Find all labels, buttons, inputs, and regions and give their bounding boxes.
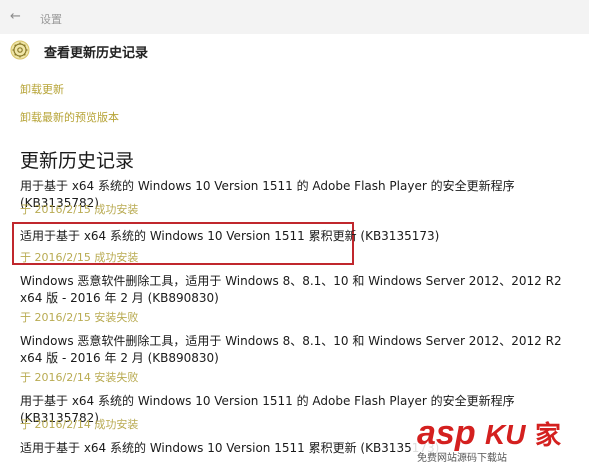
svg-text:免费网站源码下载站: 免费网站源码下载站: [417, 451, 507, 464]
svg-text:KU: KU: [485, 419, 526, 450]
update-entry-status[interactable]: 于 2016/2/15 成功安装: [20, 201, 138, 217]
uninstall-preview-link[interactable]: 卸载最新的预览版本: [20, 109, 119, 125]
page-header: 查看更新历史记录: [0, 34, 589, 70]
update-entry-title: Windows 恶意软件删除工具，适用于 Windows 8、8.1、10 和 …: [20, 334, 562, 365]
update-entry-status[interactable]: 于 2016/2/15 成功安装: [20, 249, 138, 265]
svg-text:asp: asp: [417, 414, 476, 452]
update-entry-status[interactable]: 于 2016/2/14 安装失败: [20, 369, 138, 385]
window-title: 设置: [40, 13, 62, 26]
watermark-logo: asp KU 家 免费网站源码下载站: [411, 408, 589, 465]
gear-icon: [10, 40, 30, 60]
update-entry-title: 适用于基于 x64 系统的 Windows 10 Version 1511 累积…: [20, 229, 440, 243]
uninstall-updates-link[interactable]: 卸载更新: [20, 81, 64, 97]
update-entry-title: Windows 恶意软件删除工具，适用于 Windows 8、8.1、10 和 …: [20, 274, 562, 305]
update-entry-status[interactable]: 于 2016/2/15 安装失败: [20, 309, 138, 325]
svg-text:家: 家: [535, 420, 561, 450]
page-title: 查看更新历史记录: [44, 46, 149, 61]
update-entry-status[interactable]: 于 2016/2/14 成功安装: [20, 416, 138, 432]
back-arrow-icon[interactable]: ←: [10, 10, 26, 23]
section-title: 更新历史记录: [20, 150, 135, 172]
title-bar: ← 设置: [0, 0, 589, 35]
